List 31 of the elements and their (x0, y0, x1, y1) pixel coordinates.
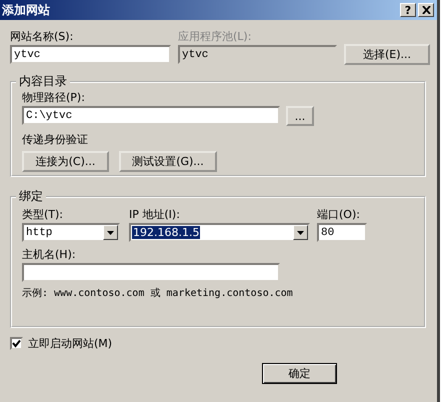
port-field[interactable]: 80 (317, 223, 367, 242)
type-label: 类型(T): (22, 207, 64, 222)
ok-button[interactable]: 确定 (262, 363, 337, 384)
port-label: 端口(O): (317, 207, 361, 222)
checkbox[interactable] (10, 337, 23, 350)
dropdown-arrow-icon (107, 230, 114, 234)
start-site-label: 立即启动网站(M) (28, 336, 112, 351)
app-pool-label: 应用程序池(L): (178, 29, 252, 44)
browse-button[interactable]: ... (286, 106, 314, 126)
physical-path-label: 物理路径(P): (22, 91, 85, 104)
ip-address-dropdown[interactable]: 192.168.1.5 (129, 223, 310, 242)
close-icon (422, 6, 430, 14)
site-name-field[interactable]: ytvc (10, 45, 171, 64)
check-icon (12, 339, 21, 348)
site-name-label: 网站名称(S): (10, 29, 74, 44)
example-text: 示例: www.contoso.com 或 marketing.contoso.com (22, 286, 294, 300)
close-button[interactable] (418, 3, 434, 17)
select-button[interactable]: 选择(E)... (344, 44, 430, 65)
pass-through-auth-label: 传递身份验证 (22, 132, 89, 147)
ip-address-label: IP 地址(I): (129, 207, 181, 222)
host-name-label: 主机名(H): (22, 247, 77, 262)
directory-button[interactable]: 连接为(C)... (22, 151, 109, 172)
host-name-field[interactable] (22, 263, 280, 282)
window-title: 添加网站 (2, 2, 51, 18)
physical-path-field[interactable]: C:\ytvc (22, 106, 280, 125)
group-title: 绑定 (18, 188, 44, 205)
type-dropdown[interactable]: http (22, 223, 120, 242)
directory-button[interactable]: 测试设置(G)... (119, 151, 217, 172)
help-button[interactable]: ? (400, 3, 416, 17)
dropdown-arrow-icon (297, 230, 304, 234)
group-title: 内容目录 (18, 73, 68, 90)
